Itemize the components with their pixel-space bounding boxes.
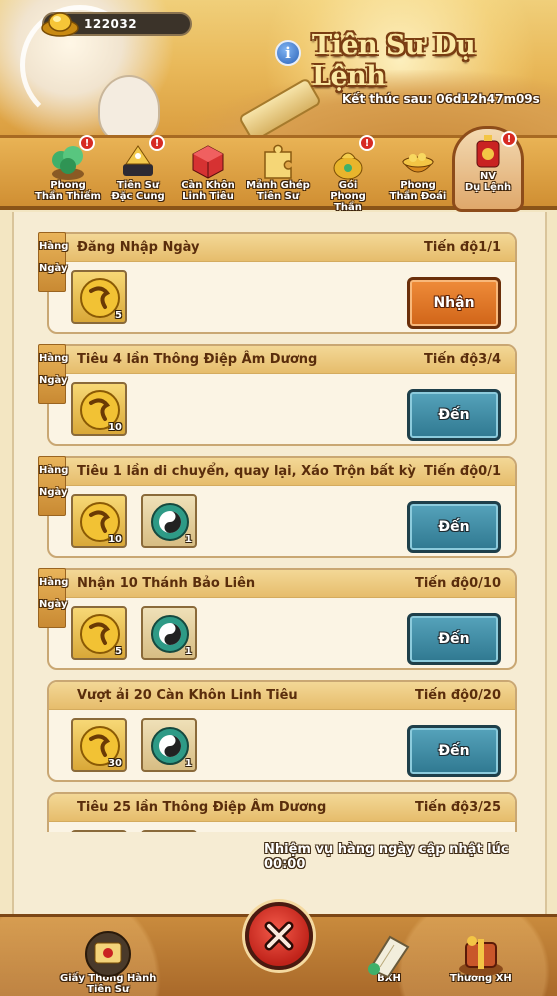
reward-item[interactable]: 5 (71, 270, 127, 324)
reward-item[interactable]: 1 (141, 718, 197, 772)
tien-su-pass-button[interactable]: Giấy Thông Hành Tiên Sư (60, 929, 156, 995)
tab-phong-than-thiem[interactable]: Phong Thần Thiếm ! (35, 135, 101, 210)
task-progress: Tiến độ3/4 (424, 352, 501, 367)
tab-tien-su-dac-cung[interactable]: Tiên Sư Đặc Cung ! (105, 135, 171, 210)
gold-ingot-counter: 122032 (41, 12, 192, 37)
ranking-button[interactable]: BXH (360, 929, 418, 984)
task-card: Đăng Nhập Ngày Tiến độ1/1 5 Nhận (47, 232, 517, 334)
task-list[interactable]: Đăng Nhập Ngày Tiến độ1/1 5 Nhận Tiêu 4 … (14, 212, 549, 832)
task-panel: Đăng Nhập Ngày Tiến độ1/1 5 Nhận Tiêu 4 … (12, 212, 547, 914)
reward-item[interactable]: 1 (141, 494, 197, 548)
daily-tag: Hàng Ngày (38, 344, 68, 404)
reward-item[interactable] (141, 830, 197, 832)
daily-tag: Hàng Ngày (38, 232, 68, 292)
reward-item[interactable]: 10 (71, 382, 127, 436)
reward-list: 10 (71, 382, 127, 436)
alert-badge: ! (501, 131, 517, 147)
task-progress: Tiến độ0/10 (414, 576, 501, 591)
tab-label: NV Dụ Lệnh (464, 171, 512, 193)
task-card: Tiêu 25 lần Thông Điệp Âm Dương Tiến độ3… (47, 792, 517, 832)
reward-list: 10 1 (71, 494, 197, 548)
tab-phong-than-doai[interactable]: Phong Thần Đoái (385, 138, 451, 210)
daily-tag: Hàng Ngày (38, 568, 68, 628)
task-title: Tiêu 1 lần di chuyển, quay lại, Xáo Trộn… (77, 464, 416, 479)
reward-count: 10 (108, 534, 122, 545)
gold-bowl-icon (397, 142, 439, 182)
task-title: Tiêu 4 lần Thông Điệp Âm Dương (77, 352, 318, 367)
task-progress: Tiến độ0/20 (414, 688, 501, 703)
tab-label: Phong Thần Thiếm (35, 180, 101, 202)
task-title: Nhận 10 Thánh Bảo Liên (77, 576, 256, 591)
go-button[interactable]: Đến (407, 389, 501, 441)
reward-item[interactable] (71, 830, 127, 832)
reward-count: 1 (185, 758, 192, 769)
go-button[interactable]: Đến (407, 613, 501, 665)
red-cube-icon (187, 142, 229, 182)
info-icon[interactable]: i (275, 40, 301, 66)
task-progress: Tiến độ3/25 (414, 800, 501, 815)
sage-head (98, 75, 160, 143)
tab-label: Phong Thần Đoái (389, 180, 447, 202)
task-progress: Tiến độ1/1 (424, 240, 501, 255)
reward-list (71, 830, 197, 832)
reward-item[interactable]: 5 (71, 606, 127, 660)
alert-badge: ! (149, 135, 165, 151)
reward-count: 1 (185, 534, 192, 545)
reward-count: 5 (115, 310, 122, 321)
task-card: Vượt ải 20 Càn Khôn Linh Tiêu Tiến độ0/2… (47, 680, 517, 782)
task-card: Tiêu 4 lần Thông Điệp Âm Dương Tiến độ3/… (47, 344, 517, 446)
task-card: Tiêu 1 lần di chuyển, quay lại, Xáo Trộn… (47, 456, 517, 558)
alert-badge: ! (79, 135, 95, 151)
tab-can-khon-linh-tieu[interactable]: Càn Khôn Linh Tiêu (175, 138, 241, 210)
reward-list: 5 (71, 270, 127, 324)
event-countdown: Kết thúc sau: 06d12h47m09s (342, 92, 540, 106)
event-title: Tiên Sư Dụ Lệnh (312, 30, 476, 92)
reward-count: 1 (185, 646, 192, 657)
tab-label: Càn Khôn Linh Tiêu (181, 180, 235, 202)
gold-ingot-amount: 122032 (84, 17, 138, 31)
reward-item[interactable]: 1 (141, 606, 197, 660)
tab-goi-phong-than[interactable]: Gói Phong Thần ! (315, 135, 381, 213)
tab-manh-ghep-tien-su[interactable]: Mảnh Ghép Tiên Sư (245, 138, 311, 210)
daily-tag: Hàng Ngày (38, 456, 68, 516)
tab-label: Tiên Sư Đặc Cung (111, 180, 165, 202)
daily-refresh-note: Nhiệm vụ hàng ngày cập nhật lúc 00:00 (264, 842, 509, 872)
tab-label: Gói Phong Thần (330, 180, 366, 213)
reward-list: 5 1 (71, 606, 197, 660)
close-icon (264, 921, 294, 951)
rank-reward-button[interactable]: Thưởng XH (450, 929, 512, 984)
claim-button[interactable]: Nhận (407, 277, 501, 329)
puzzle-piece-icon (257, 142, 299, 182)
event-tab-bar: Phong Thần Thiếm ! Tiên Sư Đặc Cung ! Càn … (0, 126, 557, 213)
tab-label: Mảnh Ghép Tiên Sư (246, 180, 310, 202)
close-button[interactable] (245, 902, 313, 970)
task-card: Nhận 10 Thánh Bảo Liên Tiến độ0/10 5 1 Đ… (47, 568, 517, 670)
reward-item[interactable]: 10 (71, 494, 127, 548)
reward-count: 10 (108, 422, 122, 433)
task-progress: Tiến độ0/1 (424, 464, 501, 479)
gold-ingot-icon (41, 12, 79, 37)
reward-chest-icon (452, 929, 510, 979)
tab-nv-du-lenh[interactable]: NV Dụ Lệnh ! (452, 126, 524, 212)
pass-ticket-icon (79, 929, 137, 979)
reward-item[interactable]: 30 (71, 718, 127, 772)
reward-list: 30 1 (71, 718, 197, 772)
task-title: Tiêu 25 lần Thông Điệp Âm Dương (77, 800, 327, 815)
task-title: Đăng Nhập Ngày (77, 240, 200, 255)
ranking-scroll-icon (360, 929, 418, 979)
alert-badge: ! (359, 135, 375, 151)
reward-count: 5 (115, 646, 122, 657)
task-title: Vượt ải 20 Càn Khôn Linh Tiêu (77, 688, 298, 703)
go-button[interactable]: Đến (407, 501, 501, 553)
go-button[interactable]: Đến (407, 725, 501, 777)
reward-count: 30 (108, 758, 122, 769)
